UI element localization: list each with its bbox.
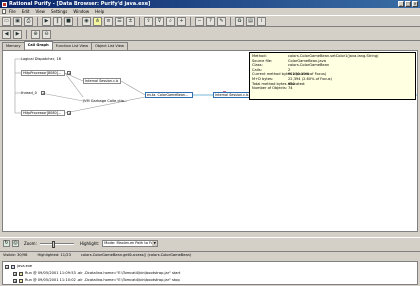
report-icon[interactable]: ▤ bbox=[246, 16, 255, 26]
run-icon bbox=[19, 278, 23, 283]
toolbar-separator bbox=[26, 30, 27, 39]
tree-root[interactable]: − java.exe bbox=[5, 263, 415, 270]
toolbar-separator bbox=[139, 16, 140, 26]
refresh-icon[interactable]: ↻ bbox=[3, 240, 10, 247]
toolbar-separator bbox=[37, 16, 38, 26]
zoom-label: Zoom: bbox=[24, 241, 37, 246]
chevron-down-icon[interactable]: ▼ bbox=[152, 241, 158, 246]
settings-icon[interactable]: ✎ bbox=[217, 16, 226, 26]
zoom-in-icon[interactable]: ⊕ bbox=[31, 30, 40, 39]
expand-icon[interactable]: + bbox=[13, 271, 17, 276]
navigation-toolbar: ◀ ▶ ⊕ ⊖ bbox=[0, 29, 420, 41]
expand-icon[interactable]: + bbox=[177, 16, 186, 26]
window-controls: _ □ × bbox=[398, 1, 418, 7]
overview-icon[interactable]: ◎ bbox=[12, 240, 19, 247]
tab-object-list-view[interactable]: Object List View bbox=[91, 42, 128, 50]
graph-controls: ↻ ◎ Zoom: Highlight: Mode: Maximum Path … bbox=[0, 237, 420, 249]
toolbar-separator bbox=[77, 16, 78, 26]
jvm-garbage-collection-label: JVM Garbage Colle ctio... bbox=[83, 99, 128, 103]
zoom-slider[interactable] bbox=[39, 240, 74, 248]
highlighted-count: Highlighted: 11/23 bbox=[37, 253, 71, 257]
toolbar-separator bbox=[190, 16, 191, 26]
tooltip-key: Number of Objects: bbox=[252, 86, 287, 91]
run-label: Run @ 09/05/2001 11:10:02 .air -Dcatalin… bbox=[25, 278, 180, 282]
thread-label: thread_0 bbox=[21, 91, 37, 95]
tree-run-item[interactable]: + Run @ 09/05/2001 11:10:02 .air -Dcatal… bbox=[5, 277, 415, 284]
http-processor-node[interactable]: HttpProcessor[8080]... bbox=[21, 70, 65, 76]
snapshot-icon[interactable]: ◉ bbox=[82, 16, 91, 26]
gc-icon[interactable]: ♻ bbox=[235, 16, 244, 26]
tooltip-value: 74 bbox=[288, 86, 293, 91]
print-icon[interactable]: ⎙ bbox=[24, 16, 33, 26]
highlight-mode-select[interactable]: Mode: Maximum Path to Fool ▼ bbox=[102, 240, 159, 247]
visible-count: Visible: 30/98 bbox=[3, 253, 28, 257]
http-processor-node[interactable]: HttpProcessor[8080]... bbox=[21, 110, 65, 116]
menu-settings[interactable]: Settings bbox=[51, 9, 67, 14]
tab-call-graph[interactable]: Call Graph bbox=[23, 41, 53, 49]
object-list-icon[interactable]: ☰ bbox=[115, 16, 124, 26]
view-tabs: Memory Call Graph Function List View Obj… bbox=[2, 41, 128, 50]
rational-purify-icon bbox=[2, 1, 7, 7]
filter-icon[interactable]: ⊽ bbox=[155, 16, 164, 26]
info-icon[interactable]: i bbox=[257, 16, 266, 26]
tab-function-list-view[interactable]: Function List View bbox=[51, 42, 93, 50]
expand-icon[interactable]: + bbox=[67, 111, 71, 115]
java-exe-icon bbox=[11, 264, 15, 269]
find-icon[interactable]: ⌕ bbox=[166, 16, 175, 26]
menu-bar: File Edit View Settings Window Help bbox=[0, 8, 420, 15]
save-icon[interactable]: ▣ bbox=[13, 16, 22, 26]
expand-icon[interactable]: + bbox=[13, 278, 17, 283]
pause-icon[interactable]: ‖ bbox=[53, 16, 62, 26]
logical-dispatcher-label: Logical Dispatcher, 16 bbox=[21, 57, 62, 61]
expand-icon[interactable]: + bbox=[67, 71, 71, 75]
call-graph-node[interactable]: ev.ta. ColorGameBean... bbox=[145, 92, 193, 98]
highlight-label: Highlight: bbox=[79, 241, 100, 246]
menu-window[interactable]: Window bbox=[73, 9, 89, 14]
title-bar: Rational Purify - [Data Browser: Purify'… bbox=[0, 0, 420, 8]
open-icon[interactable]: ▭ bbox=[2, 16, 11, 26]
run-icon[interactable]: ▶ bbox=[42, 16, 51, 26]
menu-edit[interactable]: Edit bbox=[22, 9, 30, 14]
menu-file[interactable]: File bbox=[9, 9, 16, 14]
help-icon[interactable]: ? bbox=[206, 16, 215, 26]
tooltip-value: colors.ColorGameBean bbox=[288, 63, 330, 68]
collapse-icon[interactable]: − bbox=[195, 16, 204, 26]
window-title: Rational Purify - [Data Browser: Purify'… bbox=[9, 1, 151, 7]
main-toolbar: ▭ ▣ ⎙ ▶ ‖ ■ ◉ ⋔ ≡ ☰ ± ⇪ ⊽ ⌕ + −? ✎ ♻ ▤ i bbox=[0, 15, 420, 27]
minimize-icon[interactable]: _ bbox=[398, 1, 404, 7]
expand-icon[interactable]: + bbox=[41, 91, 45, 95]
zoom-slider-track bbox=[39, 242, 74, 245]
menu-help[interactable]: Help bbox=[95, 9, 104, 14]
function-list-icon[interactable]: ≡ bbox=[104, 16, 113, 26]
tree-root-label: java.exe bbox=[17, 264, 33, 268]
call-graph-icon[interactable]: ⋔ bbox=[93, 16, 102, 26]
tree-run-item[interactable]: + Run @ 09/05/2001 11:09:53 .air -Dcatal… bbox=[5, 270, 415, 277]
maximize-icon[interactable]: □ bbox=[405, 1, 411, 7]
method-tooltip: Method: colors.ColorGameBean.setColor1(ja… bbox=[249, 52, 416, 100]
menu-view[interactable]: View bbox=[35, 9, 45, 14]
collapse-icon[interactable]: − bbox=[5, 264, 9, 269]
internal-session-node[interactable]: Internal Session.c.b bbox=[83, 78, 121, 84]
close-icon[interactable]: × bbox=[412, 1, 418, 7]
stop-icon[interactable]: ■ bbox=[64, 16, 73, 26]
arrow-left-icon[interactable]: ◀ bbox=[2, 30, 11, 39]
document-icon[interactable] bbox=[2, 9, 6, 14]
diff-icon[interactable]: ± bbox=[126, 16, 135, 26]
status-bar: Visible: 30/98 Highlighted: 11/23 colors… bbox=[0, 251, 420, 258]
run-label: Run @ 09/05/2001 11:09:53 .air -Dcatalin… bbox=[25, 271, 181, 275]
highlight-mode-value: Mode: Maximum Path to Fool bbox=[104, 241, 157, 245]
run-history-tree[interactable]: − java.exe + Run @ 09/05/2001 11:09:53 .… bbox=[2, 261, 418, 285]
zoom-out-icon[interactable]: ⊖ bbox=[42, 30, 51, 39]
selected-path: colors.ColorGameBean.getSuccess() (color… bbox=[80, 253, 192, 257]
tab-memory[interactable]: Memory bbox=[2, 42, 25, 50]
arrow-right-icon[interactable]: ▶ bbox=[13, 30, 22, 39]
zoom-slider-thumb[interactable] bbox=[51, 240, 55, 248]
run-icon bbox=[19, 271, 23, 276]
export-icon[interactable]: ⇪ bbox=[144, 16, 153, 26]
toolbar-separator bbox=[230, 16, 231, 26]
